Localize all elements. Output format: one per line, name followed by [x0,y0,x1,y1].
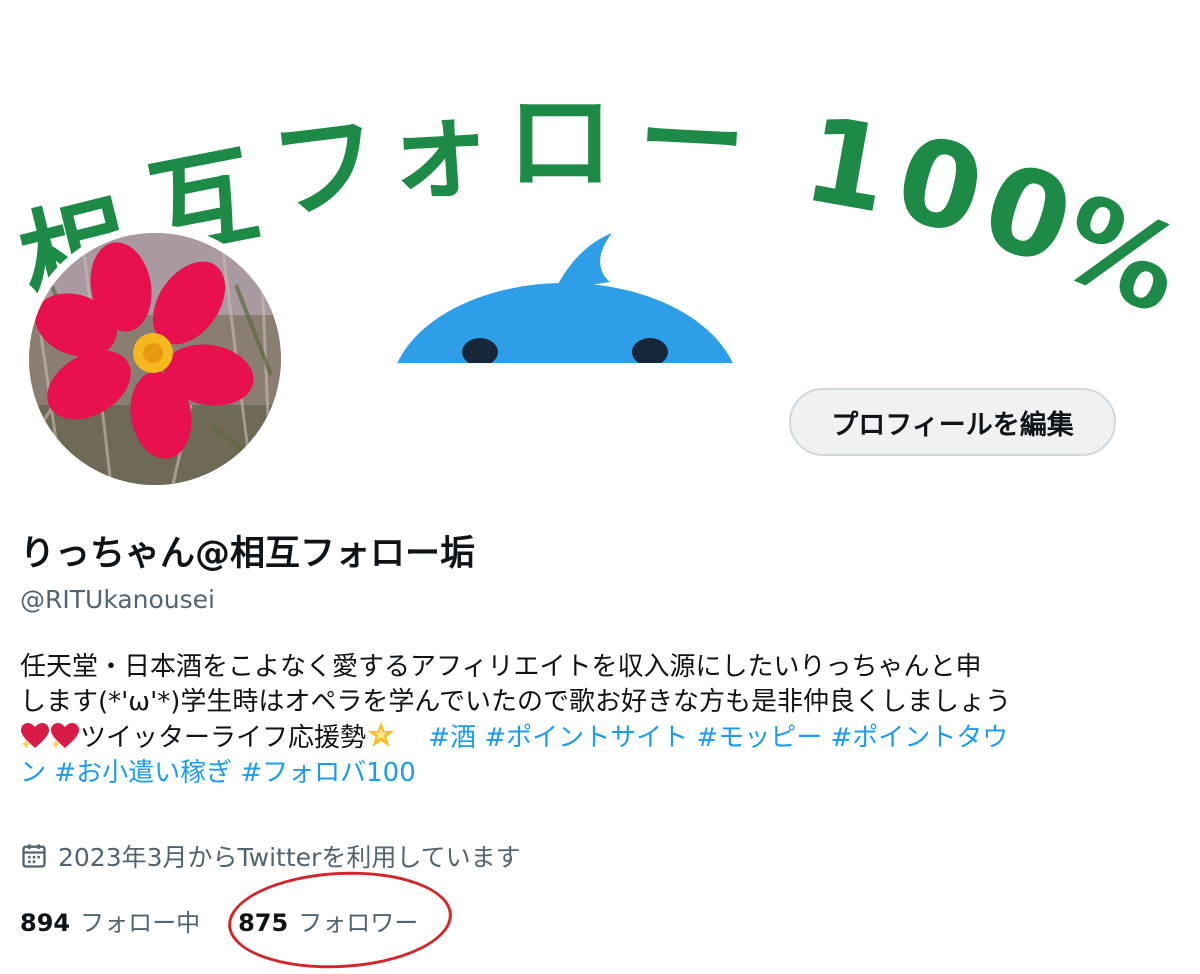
user-handle: @RITUkanousei [20,585,216,614]
following-link[interactable]: 894 フォロー中 [20,903,200,938]
profile-bio: 任天堂・日本酒をこよなく愛するアフィリエイトを収入源にしたいりっちゃんと申 しま… [20,650,1140,791]
bio-line: ン #お小遣い稼ぎ #フォロバ100 [20,756,1140,791]
bio-line: します(*'ω'*)学生時はオペラを学んでいたので歌お好きな方も是非仲良くしまし… [20,687,1012,717]
banner-char: フ [264,100,386,237]
join-date: 2023年3月からTwitterを利用しています [20,838,521,874]
join-date-text: 2023年3月からTwitterを利用しています [58,843,521,872]
display-name: りっちゃん@相互フォロー垢 [20,534,476,574]
banner-char: 1 [795,90,900,240]
hashtag-link[interactable]: #ポイントタウ [830,723,1008,753]
banner-char: ー [635,76,749,206]
glowing-star-icon [368,722,395,747]
bio-text: ツイッターライフ応援勢 [80,723,367,753]
hashtag-link[interactable]: #お小遣い稼ぎ [54,758,232,788]
banner-char: ロ [506,81,614,206]
pink-cosmos-flower-icon [21,225,289,493]
followers-count: 875 [238,909,289,937]
blue-bird-mascot-icon [397,233,733,363]
following-label: フォロー中 [80,909,201,937]
followers-label: フォロワー [298,909,419,937]
follow-stats: 894 フォロー中 875 フォロワー [20,903,418,938]
avatar[interactable] [21,225,289,493]
sparkling-heart-icon [21,723,49,749]
following-count: 894 [20,909,71,937]
hashtag-link[interactable]: #モッピー [696,723,822,753]
sparkling-heart-icon [51,723,79,749]
hashtag-link[interactable]: #酒 [428,723,476,753]
hashtag-link[interactable]: #ポイントサイト [484,723,688,753]
calendar-icon [22,844,46,868]
hashtag-link[interactable]: #フォロバ100 [240,758,415,788]
bio-line: ツイッターライフ応援勢 #酒 #ポイントサイト #モッピー #ポイントタウ [20,720,1140,756]
followers-link[interactable]: 875 フォロワー [238,903,418,938]
banner-char: ォ [381,86,495,216]
bio-line: 任天堂・日本酒をこよなく愛するアフィリエイトを収入源にしたいりっちゃんと申 [20,652,982,682]
hashtag-link[interactable]: ン [20,758,46,788]
edit-profile-button[interactable]: プロフィールを編集 [789,388,1116,456]
